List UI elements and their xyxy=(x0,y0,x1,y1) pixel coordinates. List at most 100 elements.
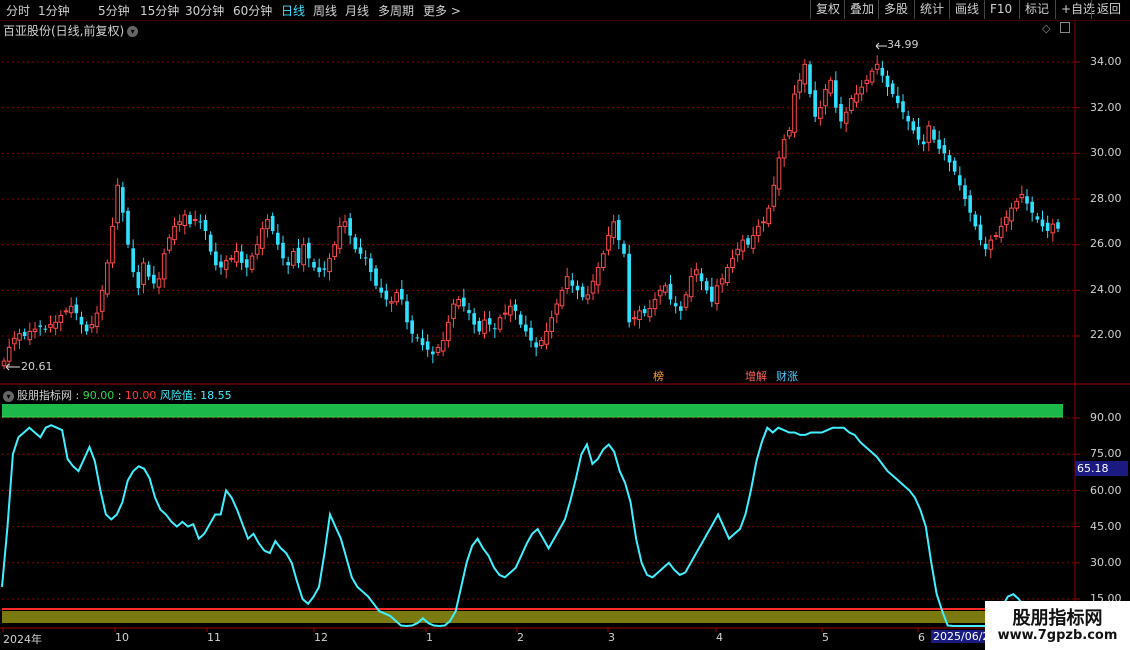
candle-body xyxy=(663,285,668,293)
candle-body xyxy=(575,285,580,291)
candle-body xyxy=(431,351,435,355)
candle-body xyxy=(161,253,167,280)
candle-body xyxy=(384,290,389,300)
indicator-menu-icon[interactable]: ▾ xyxy=(3,390,14,402)
candle-body xyxy=(229,257,234,260)
candle-body xyxy=(249,255,255,270)
event-marker-unlock[interactable]: 增解 xyxy=(744,370,768,383)
candle-body xyxy=(146,264,151,277)
candle-body xyxy=(998,225,1004,238)
candle-body xyxy=(901,101,905,113)
candle-body xyxy=(307,242,311,259)
candle-body xyxy=(296,247,301,263)
price-axis-label: 34.00 xyxy=(1090,55,1122,68)
candle-body xyxy=(410,320,414,334)
candle-body xyxy=(539,340,544,347)
candle-body xyxy=(254,244,260,255)
candle-body xyxy=(843,111,849,124)
candle-body xyxy=(1025,196,1029,204)
candle-body xyxy=(22,331,27,336)
risk-value: 18.55 xyxy=(200,389,232,402)
candle-body xyxy=(182,214,188,226)
indicator-axis-label: 60.00 xyxy=(1090,484,1122,497)
candle-body xyxy=(1030,201,1034,213)
candle-body xyxy=(358,247,363,254)
candle-body xyxy=(58,314,64,323)
max-arrow-icon xyxy=(875,42,887,50)
candle-body xyxy=(270,215,275,231)
candle-body xyxy=(896,95,900,104)
candle-body xyxy=(637,310,642,321)
candle-body xyxy=(493,328,497,330)
candle-body xyxy=(679,306,683,311)
candle-body xyxy=(627,253,631,323)
candle-body xyxy=(301,244,306,266)
candle-body xyxy=(926,125,932,143)
candle-body xyxy=(446,321,451,342)
candle-body xyxy=(570,280,575,286)
event-marker-finance[interactable]: 财涨 xyxy=(775,370,799,383)
candle-body xyxy=(622,243,626,254)
candle-body xyxy=(580,286,585,298)
candle-body xyxy=(534,342,538,348)
date-axis-label: 5 xyxy=(822,631,829,644)
risk-label: 风险值: xyxy=(159,389,197,402)
candle-body xyxy=(611,221,616,238)
candle-body xyxy=(394,292,399,303)
candle-body xyxy=(983,243,988,250)
candle-body xyxy=(958,175,962,186)
candle-body xyxy=(1004,216,1009,226)
candle-body xyxy=(276,232,280,245)
date-axis-label: 3 xyxy=(608,631,615,644)
candle-body xyxy=(462,297,466,307)
candle-body xyxy=(332,244,337,258)
candle-body xyxy=(797,79,802,93)
candle-body xyxy=(942,145,947,154)
candle-body xyxy=(327,257,332,273)
price-axis-label: 24.00 xyxy=(1090,283,1122,296)
candle-body xyxy=(1,360,7,367)
candle-body xyxy=(192,219,198,222)
candle-body xyxy=(260,228,265,249)
candle-body xyxy=(864,79,870,84)
candle-body xyxy=(508,305,513,316)
candle-body xyxy=(152,274,156,284)
candle-body xyxy=(425,341,430,350)
candle-body xyxy=(239,251,244,263)
candle-body xyxy=(710,286,714,302)
candle-body xyxy=(874,63,880,70)
candle-body xyxy=(17,333,22,341)
candle-body xyxy=(502,312,508,315)
low-threshold-band xyxy=(2,611,985,623)
candle-body xyxy=(834,80,838,108)
candle-body xyxy=(467,309,471,314)
event-marker-list[interactable]: 榜 xyxy=(652,370,665,383)
candle-body xyxy=(714,285,720,305)
candle-body xyxy=(1045,222,1050,231)
candle-body xyxy=(1056,222,1060,229)
candle-body xyxy=(683,294,689,308)
candle-body xyxy=(472,313,476,325)
price-axis-label: 30.00 xyxy=(1090,146,1122,159)
date-axis-label: 12 xyxy=(314,631,328,644)
candle-body xyxy=(906,115,910,122)
indicator-title: ▾ 股朋指标网 : 90.00 : 10.00 风险值: 18.55 xyxy=(3,387,232,403)
candle-body xyxy=(585,294,591,300)
candle-body xyxy=(208,234,213,252)
candle-body xyxy=(787,130,792,137)
candle-body xyxy=(281,242,285,259)
candle-body xyxy=(115,184,120,224)
candle-body xyxy=(813,90,817,117)
candle-body xyxy=(719,278,725,285)
candle-body xyxy=(234,251,239,263)
candle-body xyxy=(781,139,787,159)
candle-body xyxy=(1050,223,1056,234)
candle-body xyxy=(167,237,172,251)
date-axis-label: 6 xyxy=(918,631,925,644)
candle-body xyxy=(869,70,875,83)
candle-body xyxy=(792,93,797,133)
candle-body xyxy=(993,235,999,238)
indicator-axis-label: 30.00 xyxy=(1090,556,1122,569)
candle-body xyxy=(68,305,74,314)
candle-body xyxy=(43,328,48,330)
